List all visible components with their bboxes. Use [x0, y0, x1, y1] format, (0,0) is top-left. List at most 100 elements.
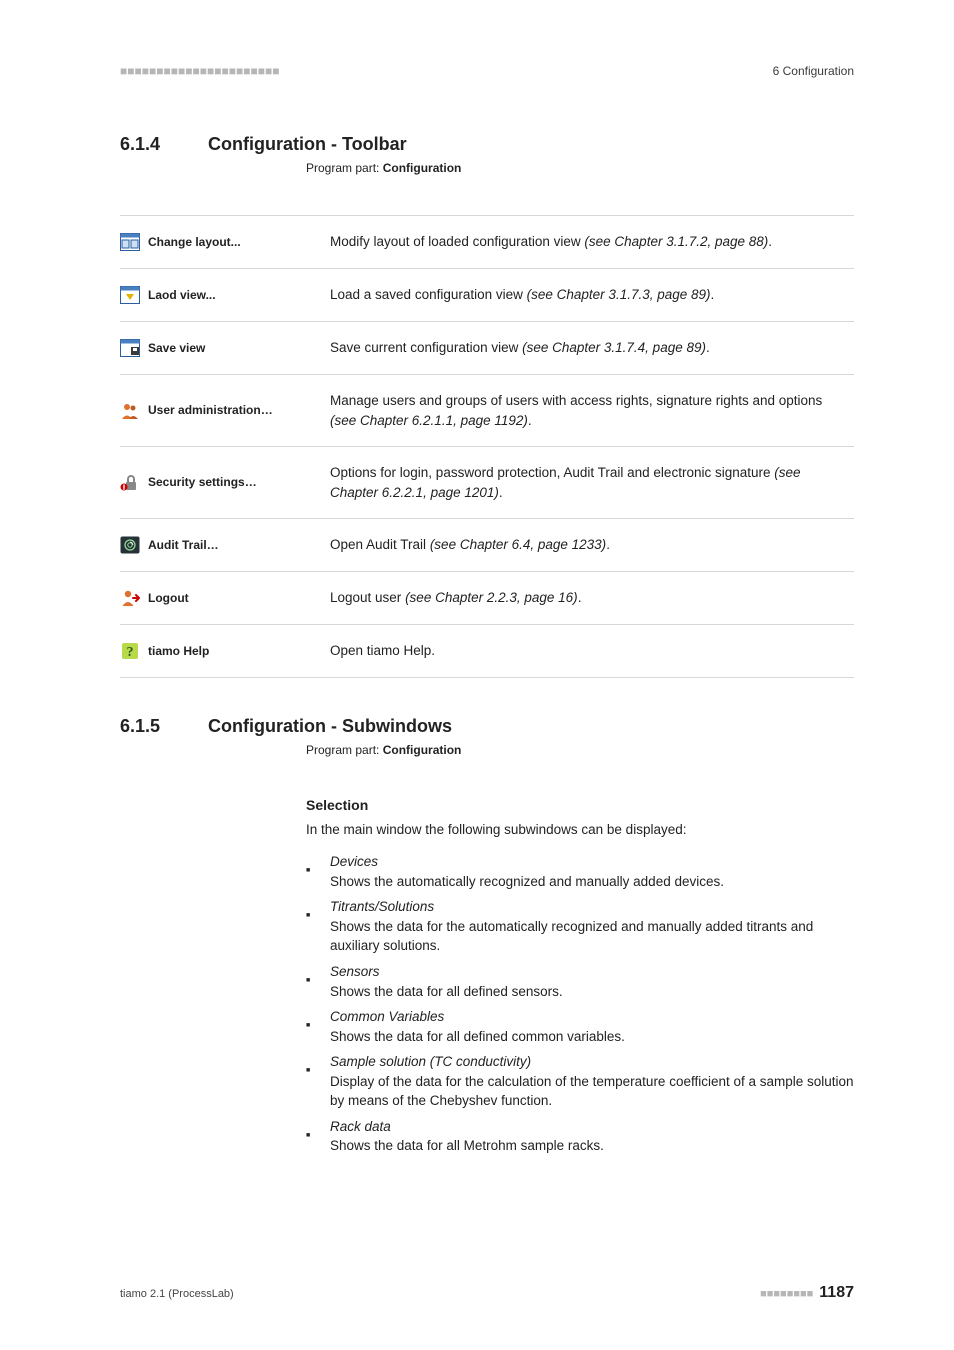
subwindow-definition: Shows the data for the automatically rec… [330, 917, 854, 956]
toolbar-desc: Manage users and groups of users with ac… [330, 393, 822, 408]
toolbar-ref: (see Chapter 6.2.1.1, page 1192) [330, 413, 528, 428]
bullet-mark-icon [306, 962, 318, 1001]
section-subwindows-heading: 6.1.5 Configuration - Subwindows [120, 716, 854, 737]
page-footer: tiamo 2.1 (ProcessLab) ■■■■■■■■ 1187 [120, 1284, 854, 1302]
load-icon [120, 285, 140, 305]
toolbar-label: tiamo Help [148, 644, 209, 658]
toolbar-desc-cell: Load a saved configuration view (see Cha… [330, 269, 854, 322]
toolbar-label: Audit Trail… [148, 538, 219, 552]
svg-text:?: ? [127, 645, 134, 660]
bullet-mark-icon [306, 1007, 318, 1046]
toolbar-table: Change layout... Modify layout of loaded … [120, 215, 854, 678]
toolbar-row: Change layout... Modify layout of loaded … [120, 216, 854, 269]
section-toolbar-number: 6.1.4 [120, 134, 184, 155]
toolbar-desc: Load a saved configuration view [330, 287, 527, 302]
footer-product: tiamo 2.1 (ProcessLab) [120, 1288, 234, 1300]
toolbar-label: Security settings… [148, 475, 257, 489]
layout-icon [120, 232, 140, 252]
toolbar-row: Laod view...Load a saved configuration v… [120, 269, 854, 322]
toolbar-label-cell: Laod view... [120, 269, 330, 322]
toolbar-label: User administration… [148, 403, 273, 417]
section-toolbar-title: Configuration - Toolbar [208, 134, 407, 155]
bullet-mark-icon [306, 1117, 318, 1156]
subwindow-term: Devices [330, 852, 724, 872]
toolbar-tail: . [499, 485, 503, 500]
subwindow-item: Sample solution (TC conductivity)Display… [306, 1052, 854, 1111]
subwindow-item: Common VariablesShows the data for all d… [306, 1007, 854, 1046]
program-part-value-2: Configuration [383, 743, 462, 757]
bullet-mark-icon [306, 897, 318, 956]
subwindow-item-body: Rack dataShows the data for all Metrohm … [330, 1117, 604, 1156]
toolbar-label-cell: User administration… [120, 375, 330, 447]
bullet-mark-icon [306, 1052, 318, 1111]
header-chapter-label: 6 Configuration [773, 64, 854, 78]
selection-intro: In the main window the following subwind… [306, 821, 854, 840]
subwindow-item: Titrants/SolutionsShows the data for the… [306, 897, 854, 956]
subwindow-term: Common Variables [330, 1007, 625, 1027]
program-part-prefix: Program part: [306, 161, 383, 175]
subwindow-item-body: Sample solution (TC conductivity)Display… [330, 1052, 854, 1111]
subwindow-definition: Shows the data for all defined common va… [330, 1027, 625, 1047]
toolbar-desc: Save current configuration view [330, 340, 522, 355]
toolbar-ref: (see Chapter 3.1.7.3, page 89) [527, 287, 711, 302]
subwindow-term: Sensors [330, 962, 563, 982]
toolbar-ref: (see Chapter 3.1.7.2, page 88) [584, 234, 768, 249]
help-icon: ? [120, 641, 140, 661]
toolbar-row: ? tiamo Help Open tiamo Help. [120, 625, 854, 678]
toolbar-ref: (see Chapter 2.2.3, page 16) [405, 590, 578, 605]
toolbar-tail: . [768, 234, 772, 249]
toolbar-desc: Modify layout of loaded configuration vi… [330, 234, 584, 249]
section-subwindows-program-part: Program part: Configuration [306, 743, 854, 757]
toolbar-desc-cell: Open Audit Trail (see Chapter 6.4, page … [330, 519, 854, 572]
toolbar-desc: Open tiamo Help. [330, 643, 435, 658]
toolbar-label: Logout [148, 591, 189, 605]
program-part-prefix-2: Program part: [306, 743, 383, 757]
section-subwindows-title: Configuration - Subwindows [208, 716, 452, 737]
subwindow-term: Rack data [330, 1117, 604, 1137]
toolbar-label: Save view [148, 341, 205, 355]
toolbar-desc-cell: Options for login, password protection, … [330, 447, 854, 519]
toolbar-label-cell: Save view [120, 322, 330, 375]
toolbar-ref: (see Chapter 3.1.7.4, page 89) [522, 340, 706, 355]
subwindow-item-body: SensorsShows the data for all defined se… [330, 962, 563, 1001]
toolbar-row: Audit Trail… Open Audit Trail (see Chapte… [120, 519, 854, 572]
footer-dashes: ■■■■■■■■ [760, 1288, 813, 1300]
section-toolbar-program-part: Program part: Configuration [306, 161, 854, 175]
subwindow-term: Sample solution (TC conductivity) [330, 1052, 854, 1072]
toolbar-tail: . [706, 340, 710, 355]
toolbar-tail: . [528, 413, 532, 428]
toolbar-desc-cell: Modify layout of loaded configuration vi… [330, 216, 854, 269]
subwindow-definition: Shows the automatically recognized and m… [330, 872, 724, 892]
toolbar-label: Change layout... [148, 235, 241, 249]
toolbar-desc: Open Audit Trail [330, 537, 430, 552]
subwindow-item-body: DevicesShows the automatically recognize… [330, 852, 724, 891]
toolbar-label-cell: ? tiamo Help [120, 625, 330, 678]
toolbar-row: Security settings… Options for login, pas… [120, 447, 854, 519]
page-header: ■■■■■■■■■■■■■■■■■■■■■■ 6 Configuration [120, 64, 854, 78]
toolbar-desc: Options for login, password protection, … [330, 465, 774, 480]
subwindow-bullet-list: DevicesShows the automatically recognize… [306, 852, 854, 1156]
subwindow-definition: Shows the data for all defined sensors. [330, 982, 563, 1002]
toolbar-tail: . [606, 537, 610, 552]
toolbar-label-cell: Audit Trail… [120, 519, 330, 572]
toolbar-label-cell: Change layout... [120, 216, 330, 269]
toolbar-desc-cell: Save current configuration view (see Cha… [330, 322, 854, 375]
selection-heading: Selection [306, 797, 854, 813]
security-icon [120, 473, 140, 493]
toolbar-tail: . [711, 287, 715, 302]
subwindow-definition: Shows the data for all Metrohm sample ra… [330, 1136, 604, 1156]
toolbar-tail: . [578, 590, 582, 605]
header-dashes: ■■■■■■■■■■■■■■■■■■■■■■ [120, 64, 279, 78]
audit-icon [120, 535, 140, 555]
subwindow-item: Rack dataShows the data for all Metrohm … [306, 1117, 854, 1156]
toolbar-desc-cell: Manage users and groups of users with ac… [330, 375, 854, 447]
toolbar-ref: (see Chapter 6.4, page 1233) [430, 537, 606, 552]
subwindow-item: SensorsShows the data for all defined se… [306, 962, 854, 1001]
section-subwindows-number: 6.1.5 [120, 716, 184, 737]
footer-page-number: 1187 [819, 1284, 854, 1302]
subwindow-item-body: Titrants/SolutionsShows the data for the… [330, 897, 854, 956]
toolbar-desc: Logout user [330, 590, 405, 605]
section-toolbar-heading: 6.1.4 Configuration - Toolbar [120, 134, 854, 155]
toolbar-row: Save view Save current configuration view… [120, 322, 854, 375]
toolbar-row: Logout Logout user (see Chapter 2.2.3, pa… [120, 572, 854, 625]
